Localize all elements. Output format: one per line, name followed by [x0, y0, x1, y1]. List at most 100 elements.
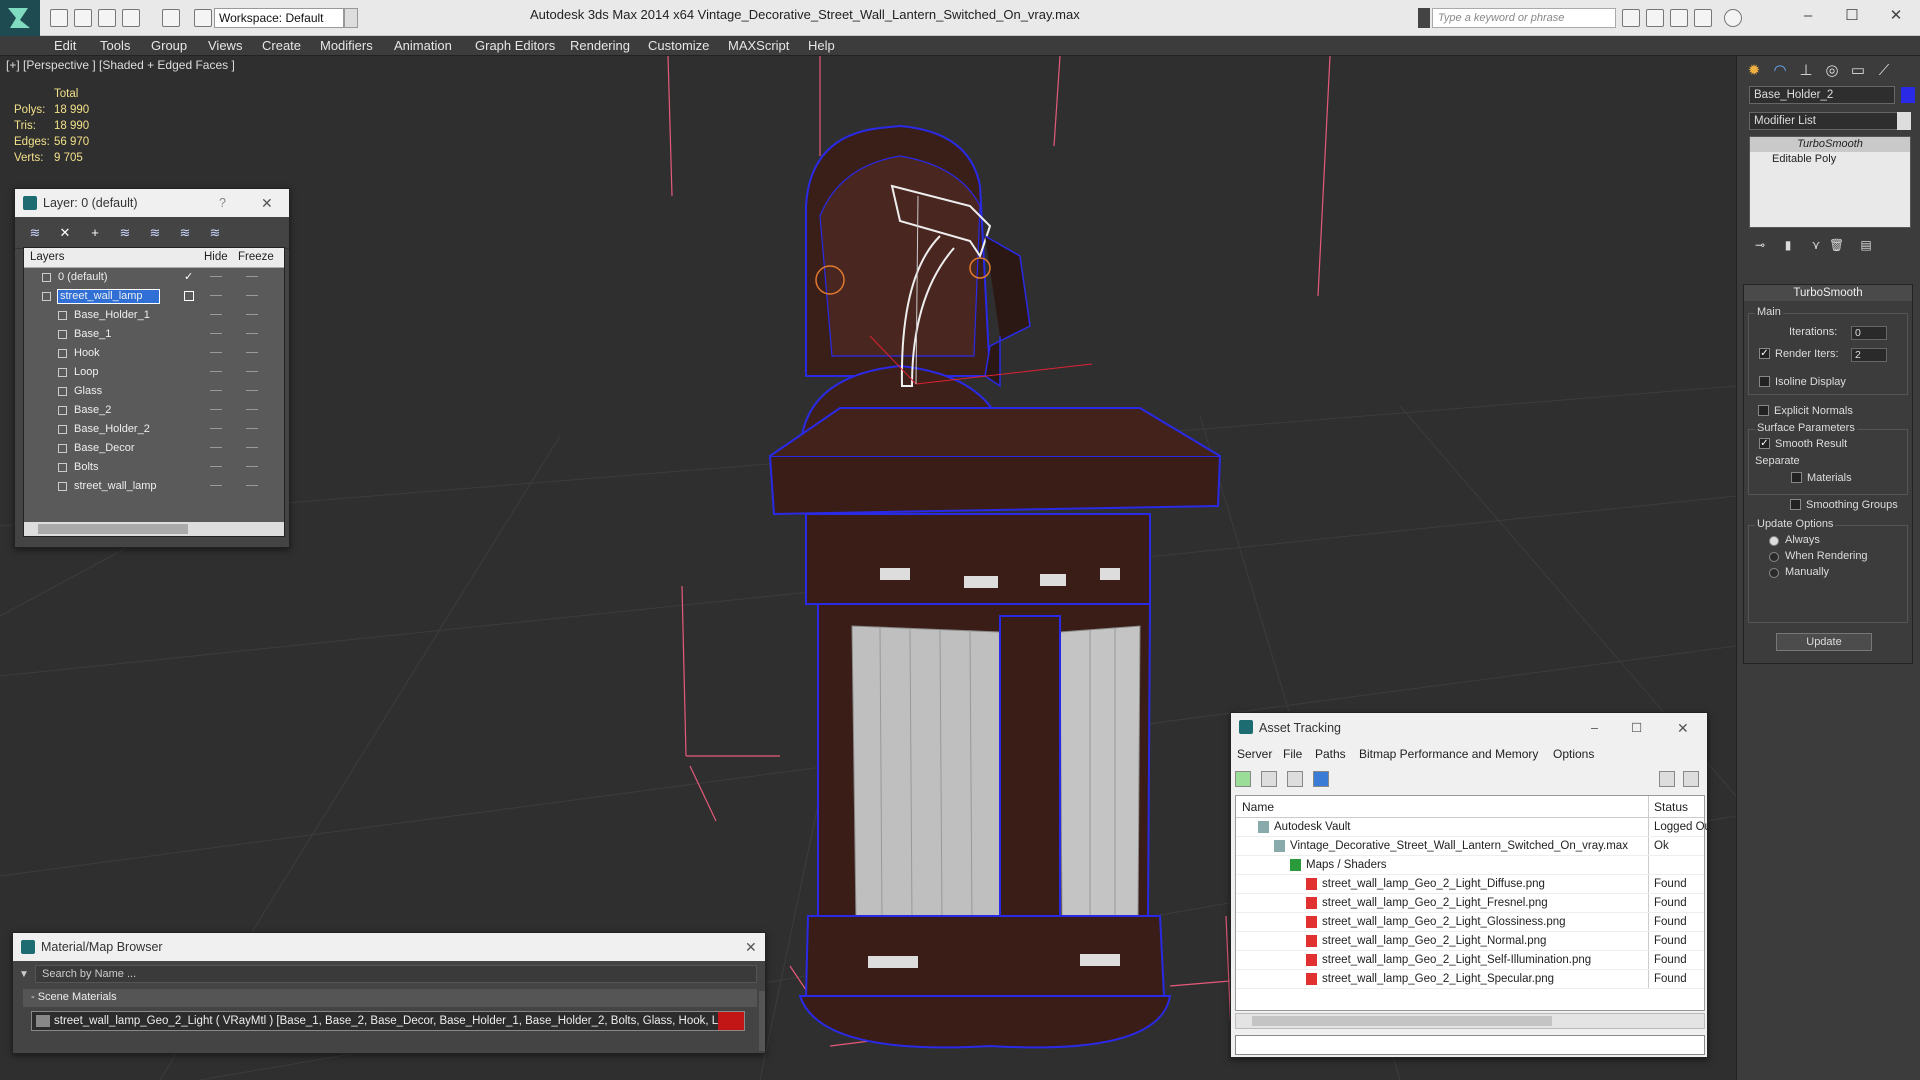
layer-window-titlebar[interactable]: Layer: 0 (default) ? ✕ [15, 189, 289, 217]
separate-smoothing-groups-checkbox[interactable] [1790, 499, 1801, 510]
communication-icon[interactable] [1670, 9, 1688, 27]
object-name-field[interactable]: Base_Holder_2 [1749, 86, 1895, 104]
app-logo-icon[interactable] [0, 0, 40, 36]
modifier-list-dropdown[interactable]: Modifier List [1749, 112, 1909, 130]
layer-row[interactable]: 0 (default) ✓ [24, 268, 284, 287]
freeze-toggle[interactable] [246, 314, 258, 315]
binoculars-icon[interactable] [1622, 9, 1640, 27]
layer-row[interactable]: Base_2 [24, 401, 284, 420]
asset-horizontal-scrollbar[interactable] [1235, 1013, 1705, 1029]
object-color-swatch[interactable] [1901, 87, 1915, 103]
hide-toggle[interactable] [210, 447, 222, 448]
asset-row[interactable]: Autodesk Vault Logged Ou [1236, 818, 1711, 837]
hide-toggle[interactable] [210, 333, 222, 334]
hide-toggle[interactable] [210, 295, 222, 296]
pin-stack-icon[interactable]: ⊸ [1753, 238, 1767, 252]
asset-menu-file[interactable]: File [1283, 747, 1302, 761]
layer-row[interactable]: Loop [24, 363, 284, 382]
asset-help-icon[interactable] [1659, 771, 1675, 787]
menu-edit[interactable]: Edit [54, 38, 76, 53]
redo-icon[interactable] [162, 9, 180, 27]
layer-row[interactable]: Glass [24, 382, 284, 401]
asset-menu-paths[interactable]: Paths [1315, 747, 1346, 761]
menu-graph-editors[interactable]: Graph Editors [475, 38, 555, 53]
create-layer-icon[interactable]: ≋ [27, 225, 43, 241]
save-file-icon[interactable] [98, 9, 116, 27]
minimize-button[interactable]: – [1788, 4, 1828, 28]
render-iters-checkbox[interactable]: ✓ [1759, 348, 1770, 359]
layer-row[interactable]: Base_Decor [24, 439, 284, 458]
freeze-toggle[interactable] [246, 295, 258, 296]
asset-close-button[interactable]: ✕ [1677, 713, 1689, 743]
menu-customize[interactable]: Customize [648, 38, 709, 53]
motion-tab-icon[interactable]: ◎ [1821, 60, 1843, 82]
freeze-all-icon[interactable]: ≋ [207, 225, 223, 241]
material-search-input[interactable]: Search by Name ... [35, 965, 757, 983]
layer-row[interactable]: Base_Holder_2 [24, 420, 284, 439]
thumbnail-view-icon[interactable] [1287, 771, 1303, 787]
menu-tools[interactable]: Tools [100, 38, 130, 53]
layer-row[interactable]: Base_1 [24, 325, 284, 344]
project-folder-icon[interactable] [194, 9, 212, 27]
material-item[interactable]: street_wall_lamp_Geo_2_Light ( VRayMtl )… [31, 1011, 745, 1031]
freeze-toggle[interactable] [246, 428, 258, 429]
hide-toggle[interactable] [210, 409, 222, 410]
undo-icon[interactable] [122, 9, 140, 27]
freeze-toggle[interactable] [246, 485, 258, 486]
menu-help[interactable]: Help [808, 38, 835, 53]
asset-path-field[interactable] [1235, 1035, 1705, 1055]
asset-row[interactable]: Maps / Shaders [1236, 856, 1704, 875]
asset-row[interactable]: street_wall_lamp_Geo_2_Light_Glossiness.… [1236, 913, 1704, 932]
asset-row[interactable]: street_wall_lamp_Geo_2_Light_Diffuse.png… [1236, 875, 1704, 894]
subscription-icon[interactable] [1646, 9, 1664, 27]
modify-tab-icon[interactable]: ◠ [1769, 60, 1791, 82]
show-end-result-icon[interactable]: ▮ [1781, 238, 1795, 252]
list-view-icon[interactable] [1261, 771, 1277, 787]
close-button[interactable]: ✕ [1876, 4, 1916, 28]
stack-item-turbosmooth[interactable]: TurboSmooth [1750, 137, 1910, 152]
delete-layer-icon[interactable]: ✕ [57, 225, 73, 241]
layer-row[interactable]: Hook [24, 344, 284, 363]
asset-row[interactable]: street_wall_lamp_Geo_2_Light_Specular.pn… [1236, 970, 1704, 989]
layer-help-button[interactable]: ? [219, 189, 226, 217]
maximize-button[interactable]: ☐ [1832, 4, 1872, 28]
asset-row[interactable]: street_wall_lamp_Geo_2_Light_Normal.png F… [1236, 932, 1704, 951]
modifier-list-arrow-icon[interactable] [1897, 112, 1911, 130]
separate-materials-checkbox[interactable] [1791, 472, 1802, 483]
asset-tracking-titlebar[interactable]: Asset Tracking – ☐ ✕ [1231, 713, 1707, 743]
hide-toggle[interactable] [210, 466, 222, 467]
menu-animation[interactable]: Animation [394, 38, 452, 53]
asset-settings-icon[interactable] [1683, 771, 1699, 787]
smooth-result-checkbox[interactable]: ✓ [1759, 438, 1770, 449]
hide-toggle[interactable] [210, 390, 222, 391]
hierarchy-tab-icon[interactable]: ⊥ [1795, 60, 1817, 82]
material-browser-titlebar[interactable]: Material/Map Browser ✕ [13, 933, 765, 961]
material-vertical-scrollbar[interactable] [759, 991, 765, 1051]
viewport-label[interactable]: [+] [Perspective ] [Shaded + Edged Faces… [6, 58, 235, 72]
layer-horizontal-scrollbar[interactable] [24, 522, 284, 536]
search-expand-icon[interactable] [1418, 8, 1430, 28]
layer-row[interactable]: Bolts [24, 458, 284, 477]
asset-status-column[interactable]: Status [1654, 800, 1688, 814]
asset-menu-bitmap-performance[interactable]: Bitmap Performance and Memory [1359, 747, 1538, 761]
set-current-layer-icon[interactable] [184, 291, 194, 301]
asset-minimize-button[interactable]: – [1591, 713, 1598, 743]
isoline-display-checkbox[interactable] [1759, 376, 1770, 387]
turbosmooth-rollout-header[interactable]: TurboSmooth [1744, 285, 1912, 301]
stack-item-editable-poly[interactable]: Editable Poly [1750, 152, 1910, 167]
asset-name-column[interactable]: Name [1242, 800, 1274, 814]
make-unique-icon[interactable]: ⋎ [1809, 238, 1823, 252]
hide-toggle[interactable] [210, 276, 222, 277]
asset-row[interactable]: street_wall_lamp_Geo_2_Light_Fresnel.png… [1236, 894, 1704, 913]
hide-all-icon[interactable]: ≋ [177, 225, 193, 241]
layer-row[interactable]: street_wall_lamp [24, 287, 284, 306]
hide-toggle[interactable] [210, 428, 222, 429]
menu-maxscript[interactable]: MAXScript [728, 38, 789, 53]
hide-column[interactable]: Hide [204, 251, 228, 263]
asset-maximize-button[interactable]: ☐ [1631, 713, 1642, 743]
asset-row[interactable]: street_wall_lamp_Geo_2_Light_Self-Illumi… [1236, 951, 1704, 970]
iterations-spinner[interactable]: 0 [1851, 326, 1887, 340]
update-always-radio[interactable] [1769, 536, 1779, 546]
explicit-normals-checkbox[interactable] [1758, 405, 1769, 416]
freeze-toggle[interactable] [246, 352, 258, 353]
